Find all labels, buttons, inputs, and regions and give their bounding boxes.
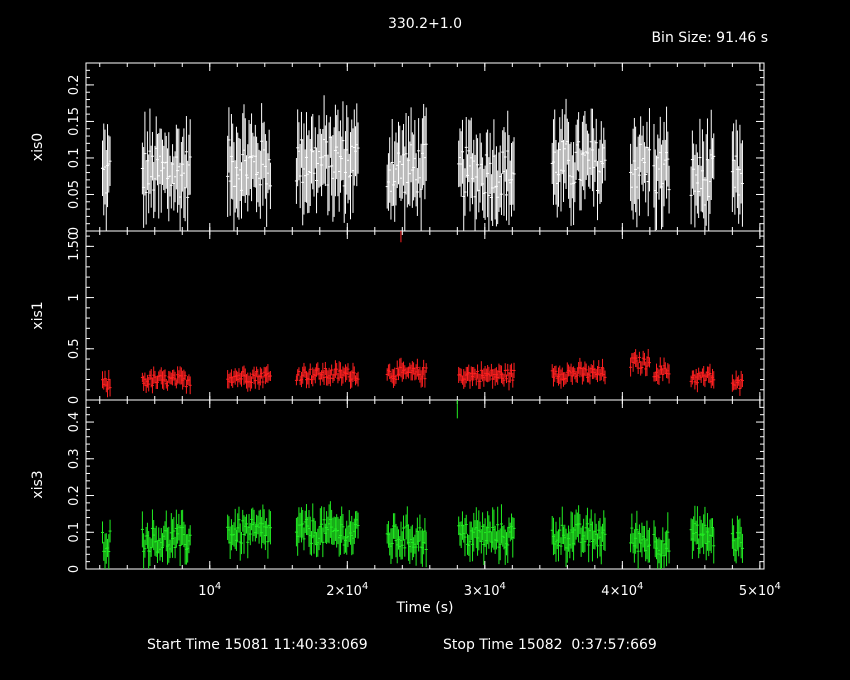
y-tick-label-xis1: 1.50 [67,232,82,261]
y-tick-label-xis0: 0.2 [67,75,82,96]
y-tick-label-xis1: 0.5 [67,338,82,359]
y-axis-label-xis1: xis1 [30,301,46,329]
x-tick-label: 5×104 [739,581,781,599]
y-tick-label-xis3: 0.3 [67,448,82,469]
y-tick-label-xis3: 0 [67,565,82,573]
start-time-label: Start Time 15081 11:40:33:069 [147,637,368,653]
y-tick-label-xis1: 1 [67,293,82,301]
lightcurve-plot: 00.050.10.150.2xis000.511.50xis100.10.20… [30,62,781,599]
y-tick-label-xis0: 0.05 [67,180,82,209]
x-axis-label: Time (s) [396,600,454,616]
y-tick-label-xis0: 0.1 [67,148,82,169]
y-tick-label-xis1: 0 [67,396,82,404]
stop-time-label: Stop Time 15082 0:37:57:669 [443,637,657,653]
x-tick-label: 104 [198,581,221,599]
y-axis-label-xis0: xis0 [30,133,46,161]
y-tick-label-xis3: 0.2 [67,485,82,506]
y-tick-label-xis3: 0.1 [67,522,82,543]
y-tick-label-xis3: 0.4 [67,412,82,433]
x-tick-label: 3×104 [464,581,506,599]
x-tick-label: 4×104 [601,581,643,599]
x-tick-label: 2×104 [326,581,368,599]
y-axis-label-xis3: xis3 [30,470,46,498]
lightcurve-figure: 330.2+1.0 Bin Size: 91.46 s 0 0.05 0.1 0.15… [0,0,850,680]
y-tick-label-xis0: 0.15 [67,107,82,136]
